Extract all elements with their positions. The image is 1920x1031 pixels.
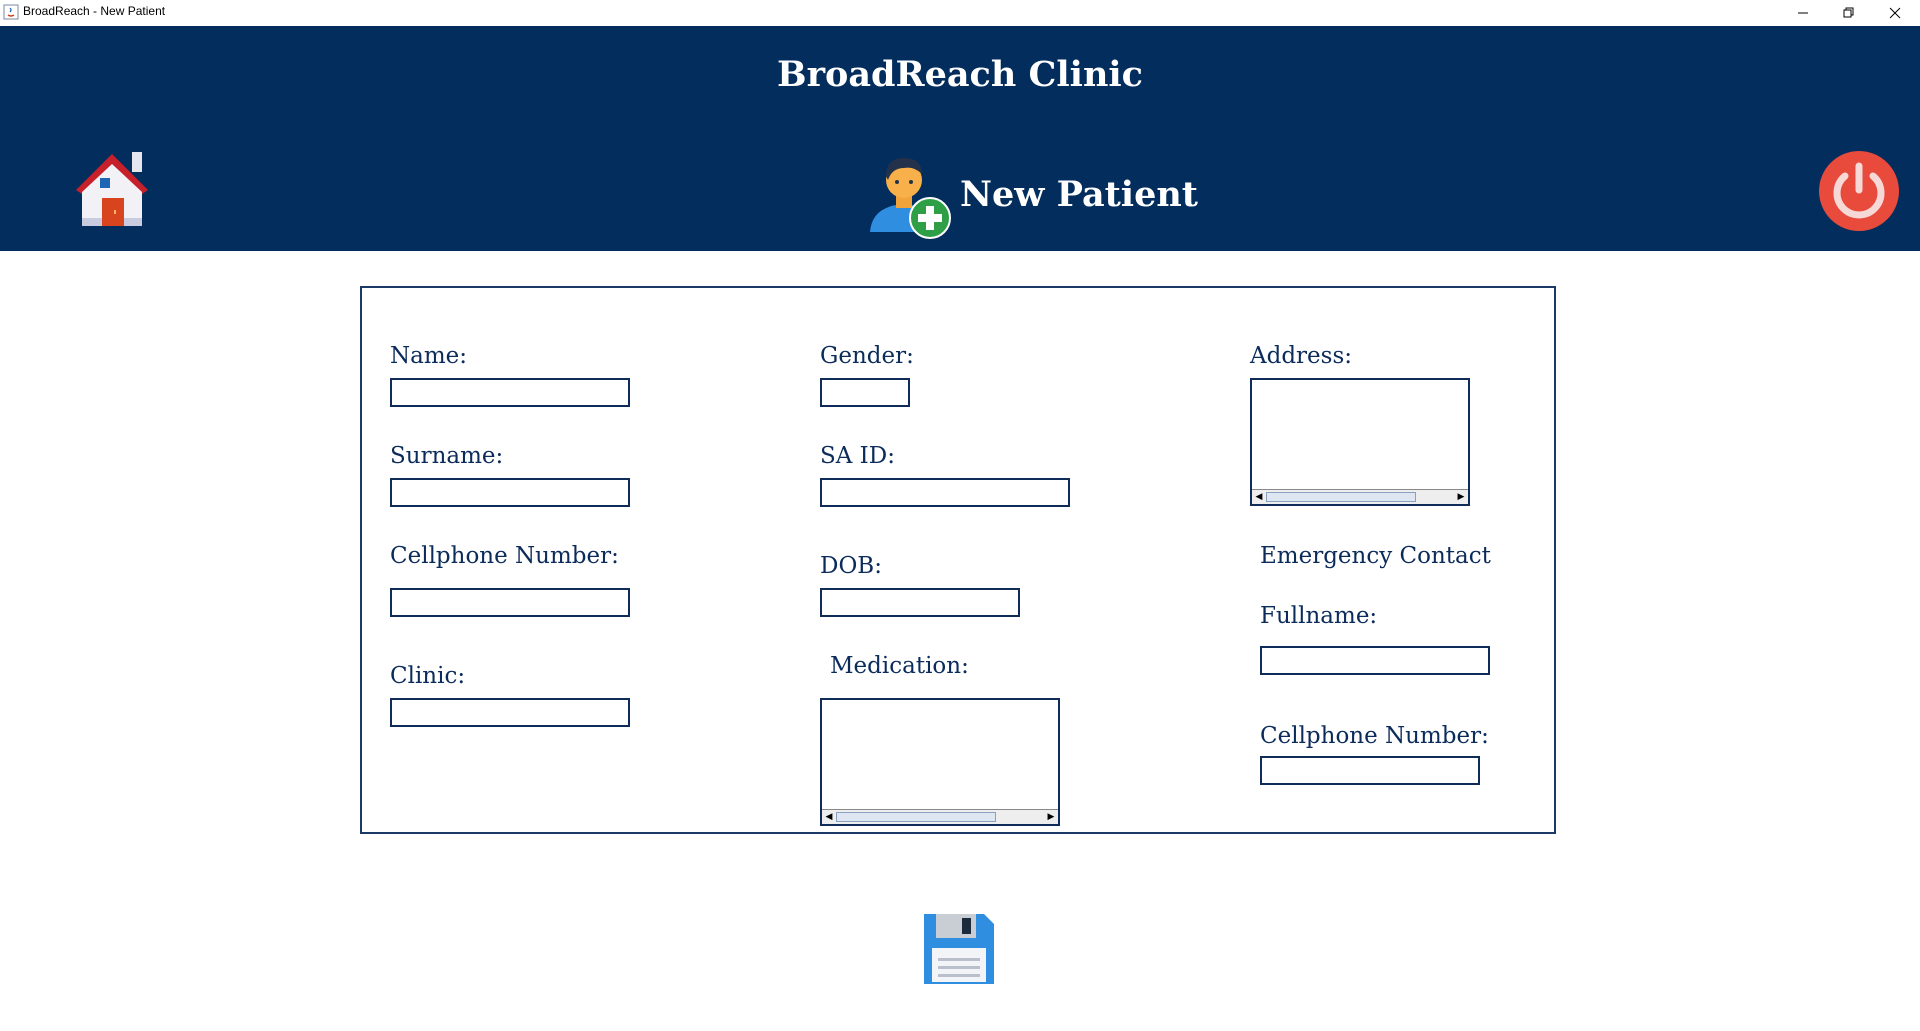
medication-textarea[interactable]: ◀ ▶ bbox=[820, 698, 1060, 826]
scroll-left-icon[interactable]: ◀ bbox=[1252, 490, 1266, 504]
surname-label: Surname: bbox=[390, 443, 504, 469]
name-input[interactable] bbox=[390, 378, 630, 407]
surname-input[interactable] bbox=[390, 478, 630, 507]
close-button[interactable] bbox=[1872, 0, 1918, 26]
emergency-fullname-label: Fullname: bbox=[1260, 603, 1378, 629]
clinic-label: Clinic: bbox=[390, 663, 466, 689]
name-label: Name: bbox=[390, 343, 468, 369]
scroll-right-icon[interactable]: ▶ bbox=[1044, 810, 1058, 824]
sa-id-label: SA ID: bbox=[820, 443, 895, 469]
add-patient-icon bbox=[870, 158, 951, 239]
minimize-button[interactable] bbox=[1780, 0, 1826, 26]
save-floppy-icon[interactable] bbox=[922, 912, 996, 986]
cellphone-input[interactable] bbox=[390, 588, 630, 617]
window-title: BroadReach - New Patient bbox=[23, 4, 166, 18]
scroll-left-icon[interactable]: ◀ bbox=[822, 810, 836, 824]
address-label: Address: bbox=[1250, 343, 1353, 369]
clinic-input[interactable] bbox=[390, 698, 630, 727]
medication-label: Medication: bbox=[830, 653, 969, 679]
clinic-title: BroadReach Clinic bbox=[777, 54, 1143, 95]
sa-id-input[interactable] bbox=[820, 478, 1070, 507]
gender-label: Gender: bbox=[820, 343, 914, 369]
close-icon bbox=[1889, 7, 1901, 19]
emergency-cellphone-label: Cellphone Number: bbox=[1260, 723, 1489, 749]
app-header: BroadReach Clinic New Patient bbox=[0, 26, 1920, 251]
emergency-cellphone-input[interactable] bbox=[1260, 756, 1480, 785]
gender-input[interactable] bbox=[820, 378, 910, 407]
emergency-contact-heading: Emergency Contact bbox=[1260, 543, 1491, 569]
emergency-fullname-input[interactable] bbox=[1260, 646, 1490, 675]
scroll-right-icon[interactable]: ▶ bbox=[1454, 490, 1468, 504]
patient-form-panel: Name: Surname: Cellphone Number: Clinic:… bbox=[360, 286, 1556, 834]
dob-input[interactable] bbox=[820, 588, 1020, 617]
scroll-thumb[interactable] bbox=[836, 812, 996, 822]
medication-hscrollbar[interactable]: ◀ ▶ bbox=[822, 809, 1058, 824]
restore-button[interactable] bbox=[1826, 0, 1872, 26]
page-title: New Patient bbox=[960, 174, 1198, 215]
window-titlebar: BroadReach - New Patient bbox=[0, 0, 1920, 26]
java-app-icon bbox=[3, 4, 19, 20]
minimize-icon bbox=[1798, 12, 1808, 14]
power-icon[interactable] bbox=[1818, 150, 1900, 232]
address-hscrollbar[interactable]: ◀ ▶ bbox=[1252, 489, 1468, 504]
cellphone-label: Cellphone Number: bbox=[390, 543, 619, 569]
restore-icon bbox=[1843, 7, 1854, 18]
dob-label: DOB: bbox=[820, 553, 882, 579]
home-icon[interactable] bbox=[70, 146, 154, 230]
address-textarea[interactable]: ◀ ▶ bbox=[1250, 378, 1470, 506]
scroll-thumb[interactable] bbox=[1266, 492, 1416, 502]
